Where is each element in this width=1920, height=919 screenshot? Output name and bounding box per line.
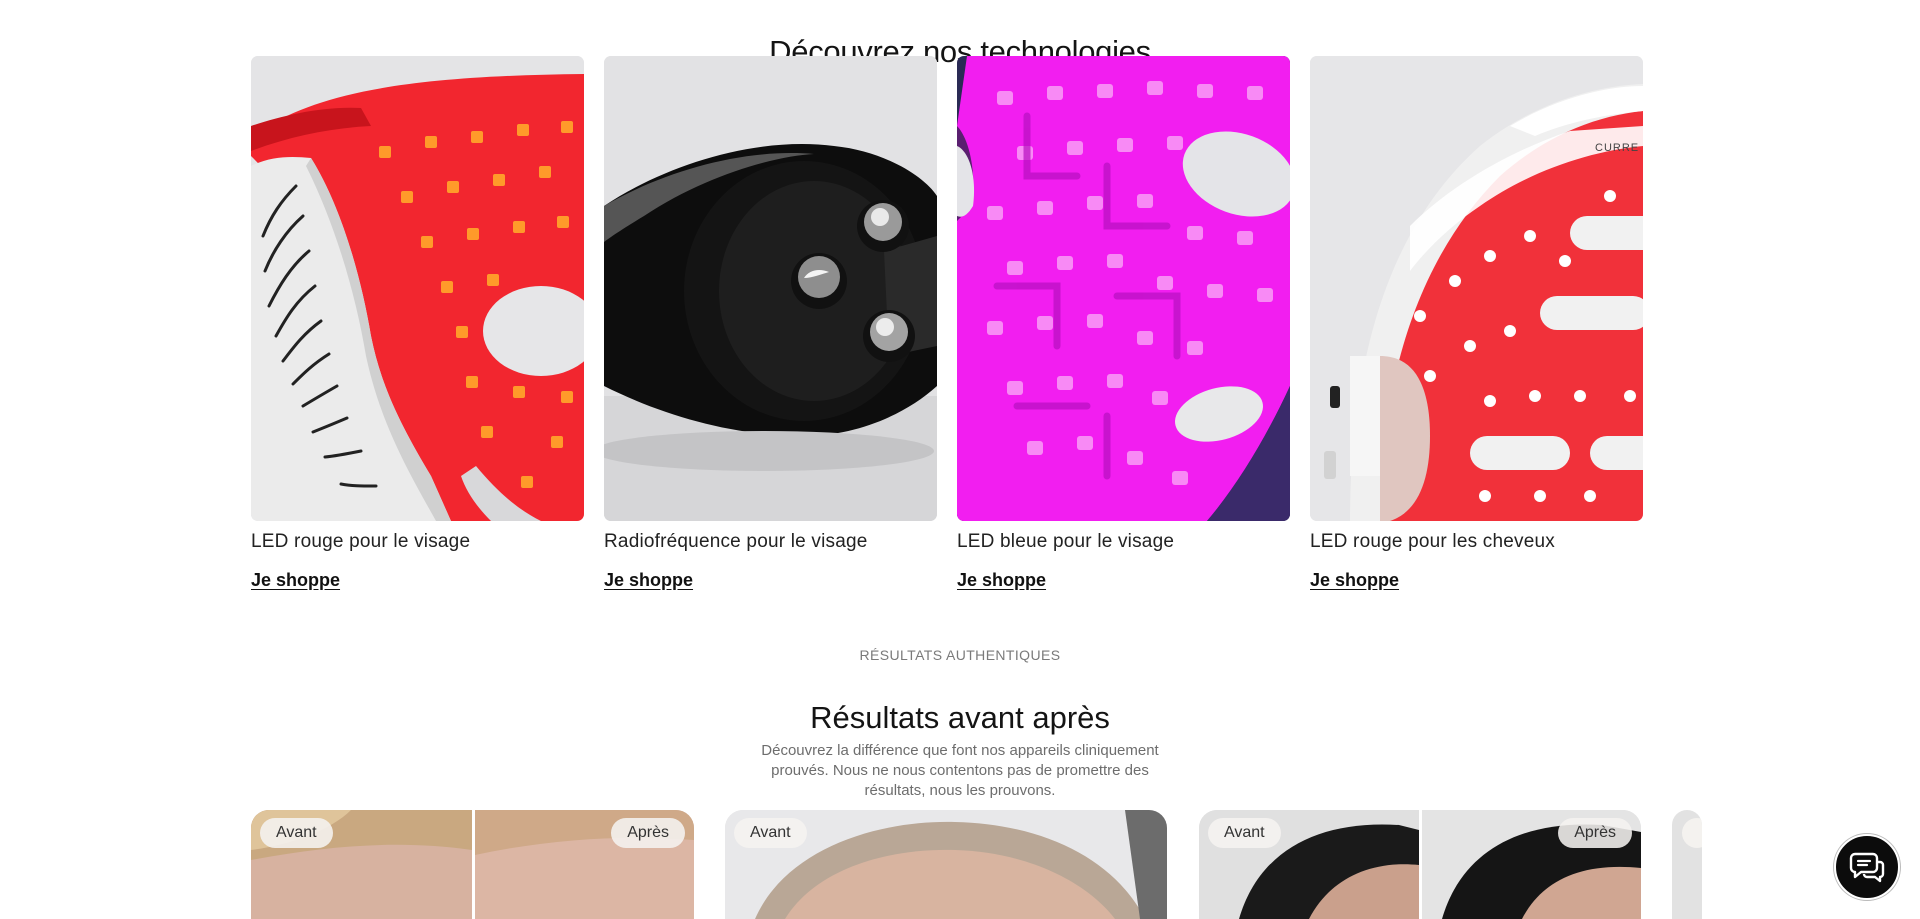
shop-link[interactable]: Je shoppe <box>1310 570 1399 591</box>
radiofrequency-device-image[interactable] <box>604 56 937 521</box>
tech-card-label: LED rouge pour le visage <box>251 531 471 552</box>
before-badge: Avant <box>1208 818 1281 848</box>
results-eyebrow: RÉSULTATS AUTHENTIQUES <box>859 647 1061 663</box>
tech-card-red-led-hair[interactable]: CURRE LED rouge pour les cheveux Je shop… <box>1310 56 1643 591</box>
page: Découvrez nos technologies LED rouge pou… <box>0 0 1920 919</box>
divider <box>1419 810 1422 919</box>
shop-link[interactable]: Je shoppe <box>251 570 340 591</box>
svg-text:CURRE: CURRE <box>1595 142 1639 154</box>
before-badge-partial <box>1682 818 1702 848</box>
tech-card-label: LED bleue pour le visage <box>957 531 1175 552</box>
tech-card-blue-led-face[interactable]: LED bleue pour le visage Je shoppe <box>957 56 1290 591</box>
chat-button[interactable] <box>1834 834 1900 900</box>
before-after-card-partial[interactable] <box>1672 810 1702 919</box>
red-led-face-mask-image[interactable] <box>251 56 584 521</box>
before-after-card[interactable]: Avant <box>725 810 1167 919</box>
results-description: Découvrez la différence que font nos app… <box>761 742 1159 799</box>
shop-link[interactable]: Je shoppe <box>957 570 1046 591</box>
tech-card-radiofrequency[interactable]: Radiofréquence pour le visage Je shoppe <box>604 56 937 591</box>
red-led-hair-helmet-image[interactable]: CURRE <box>1310 56 1643 521</box>
after-badge: Après <box>611 818 685 848</box>
before-badge: Avant <box>734 818 807 848</box>
tech-card-label: LED rouge pour les cheveux <box>1310 531 1555 552</box>
pink-led-face-mask-image[interactable] <box>957 56 1290 521</box>
tech-card-label: Radiofréquence pour le visage <box>604 531 868 552</box>
before-after-card[interactable]: Avant Après <box>1199 810 1641 919</box>
technologies-carousel: LED rouge pour le visage Je shoppe Radio… <box>251 56 1643 596</box>
before-badge: Avant <box>260 818 333 848</box>
before-after-card[interactable]: Avant Après <box>251 810 694 919</box>
results-title: Résultats avant après <box>810 699 1110 735</box>
divider <box>472 810 475 919</box>
shop-link[interactable]: Je shoppe <box>604 570 693 591</box>
after-badge: Après <box>1558 818 1632 848</box>
tech-card-red-led-face[interactable]: LED rouge pour le visage Je shoppe <box>251 56 584 591</box>
chat-icon <box>1849 852 1885 883</box>
